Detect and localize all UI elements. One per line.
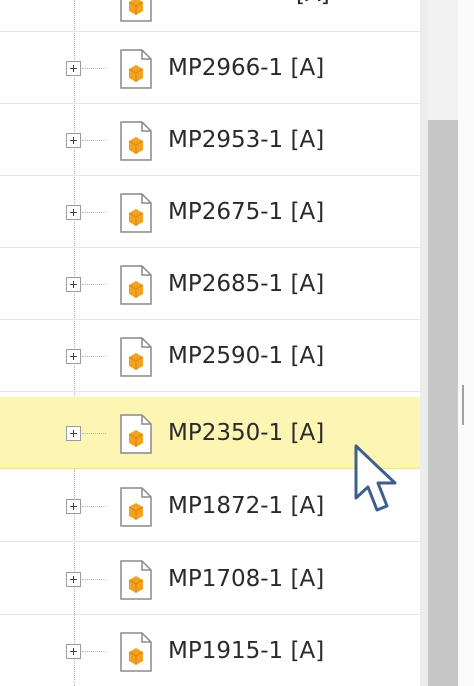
splitter-strip[interactable]	[458, 0, 474, 686]
plus-expand-icon[interactable]	[66, 499, 81, 514]
tree-node-label: [A]	[296, 0, 330, 8]
vertical-scrollbar-thumb[interactable]	[428, 120, 458, 686]
tree-row[interactable]: MP1915-1 [A]	[0, 615, 420, 686]
plus-expand-icon[interactable]	[66, 61, 81, 76]
tree-node-label: MP1872-1 [A]	[168, 493, 325, 519]
tree-node-label: MP1708-1 [A]	[168, 566, 325, 592]
part-document-icon	[120, 0, 152, 22]
plus-expand-icon[interactable]	[66, 426, 81, 441]
part-document-icon	[120, 337, 152, 377]
panel-separator	[420, 0, 428, 686]
plus-expand-icon[interactable]	[66, 644, 81, 659]
tree-row[interactable]: MP2675-1 [A]	[0, 176, 420, 248]
tree-branch-line	[82, 506, 106, 507]
tree-branch-line	[82, 433, 106, 434]
part-document-icon	[120, 121, 152, 161]
part-tree-panel: [A] MP2966-1 [A] MP2953-1 [A]	[0, 0, 420, 686]
tree-branch-line	[82, 68, 106, 69]
part-document-icon	[120, 487, 152, 527]
tree-row[interactable]: MP1708-1 [A]	[0, 543, 420, 615]
tree-node-label: MP2685-1 [A]	[168, 271, 325, 297]
tree-branch-line	[82, 212, 106, 213]
part-document-icon	[120, 560, 152, 600]
tree-branch-line	[82, 284, 106, 285]
part-document-icon	[120, 193, 152, 233]
part-document-icon	[120, 49, 152, 89]
tree-node-label: MP2966-1 [A]	[168, 55, 325, 81]
tree-node-label: MP2953-1 [A]	[168, 127, 325, 153]
part-document-icon	[120, 265, 152, 305]
part-document-icon	[120, 414, 152, 454]
tree-branch-line	[82, 579, 106, 580]
tree-node-label: MP2590-1 [A]	[168, 343, 325, 369]
part-document-icon	[120, 632, 152, 672]
tree-row-partial[interactable]: [A]	[0, 0, 420, 32]
plus-expand-icon[interactable]	[66, 205, 81, 220]
plus-expand-icon[interactable]	[66, 349, 81, 364]
tree-node-label: MP2350-1 [A]	[168, 420, 325, 446]
tree-row[interactable]: MP2685-1 [A]	[0, 248, 420, 320]
tree-row[interactable]: MP2953-1 [A]	[0, 104, 420, 176]
plus-expand-icon[interactable]	[66, 572, 81, 587]
tree-node-label: MP1915-1 [A]	[168, 638, 325, 664]
splitter-grip-icon[interactable]	[462, 385, 464, 425]
tree-branch-line	[82, 651, 106, 652]
tree-branch-line	[82, 356, 106, 357]
plus-expand-icon[interactable]	[66, 277, 81, 292]
tree-node-label: MP2675-1 [A]	[168, 199, 325, 225]
tree-row[interactable]: MP2590-1 [A]	[0, 320, 420, 392]
mouse-pointer-icon	[354, 444, 397, 512]
plus-expand-icon[interactable]	[66, 133, 81, 148]
tree-branch-line	[82, 140, 106, 141]
tree-row[interactable]: MP2966-1 [A]	[0, 32, 420, 104]
